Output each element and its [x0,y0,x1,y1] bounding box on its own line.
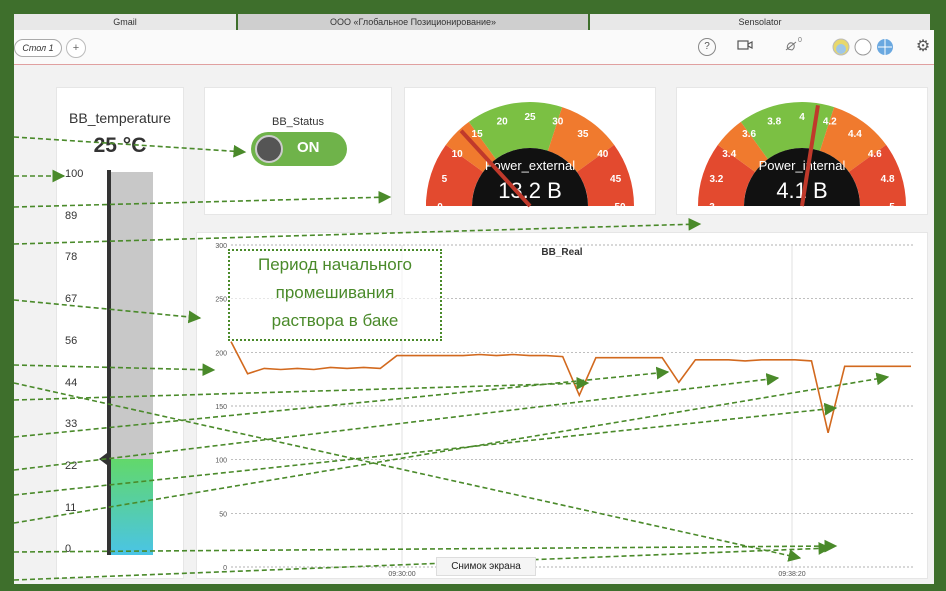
annotation-arrow [13,382,802,562]
annotation-arrow [13,539,838,553]
annotation-arrow [13,299,202,324]
screenshot-tooltip: Снимок экрана [436,557,536,576]
annotation-arrow [13,136,247,158]
annotation-arrow [13,190,392,208]
annotation-arrow [13,376,590,401]
frame-bottom [0,584,946,591]
annotation-arrow [13,373,780,471]
annotation-arrow [13,372,890,524]
annotation-arrow [13,363,216,377]
annotation-arrow [13,402,838,496]
annotation-arrow [13,542,832,581]
annotation-arrow [13,217,702,245]
annotation-arrows [13,136,890,581]
